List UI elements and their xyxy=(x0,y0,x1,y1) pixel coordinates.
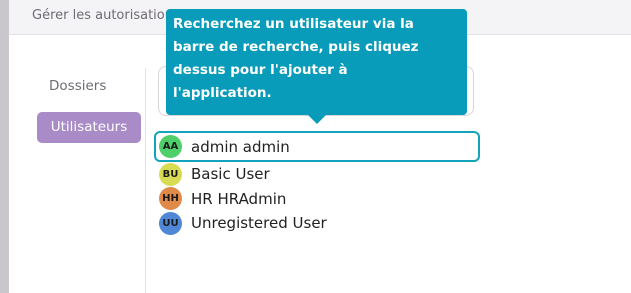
avatar: UU xyxy=(159,211,182,235)
tooltip-line: l'application. xyxy=(173,85,272,101)
sidebar-item-users[interactable]: Utilisateurs xyxy=(37,112,141,143)
page-title: Gérer les autorisations xyxy=(32,8,180,23)
onboarding-tooltip: Recherchez un utilisateur via la barre d… xyxy=(166,9,467,115)
user-list-item[interactable]: BU Basic User xyxy=(154,162,480,187)
user-name: admin admin xyxy=(191,137,290,156)
avatar: BU xyxy=(159,162,182,186)
tooltip-line: barre de recherche, puis cliquez xyxy=(173,39,419,55)
sidebar-item-folders[interactable]: Dossiers xyxy=(37,71,118,102)
tooltip-line: Recherchez un utilisateur via la xyxy=(173,16,414,32)
user-list-item[interactable]: UU Unregistered User xyxy=(154,211,480,236)
avatar: HH xyxy=(159,187,182,211)
user-name: HR HRAdmin xyxy=(191,189,287,208)
tooltip-arrow xyxy=(308,115,326,124)
vertical-divider xyxy=(145,68,146,293)
user-list-item[interactable]: AA admin admin xyxy=(154,131,480,162)
user-name: Unregistered User xyxy=(191,214,327,233)
user-list: AA admin admin BU Basic User HH HR HRAdm… xyxy=(154,131,480,236)
avatar: AA xyxy=(159,135,182,158)
tooltip-line: dessus pour l'ajouter à xyxy=(173,62,348,78)
user-list-item[interactable]: HH HR HRAdmin xyxy=(154,187,480,212)
user-name: Basic User xyxy=(191,165,270,184)
window-edge xyxy=(0,0,9,293)
